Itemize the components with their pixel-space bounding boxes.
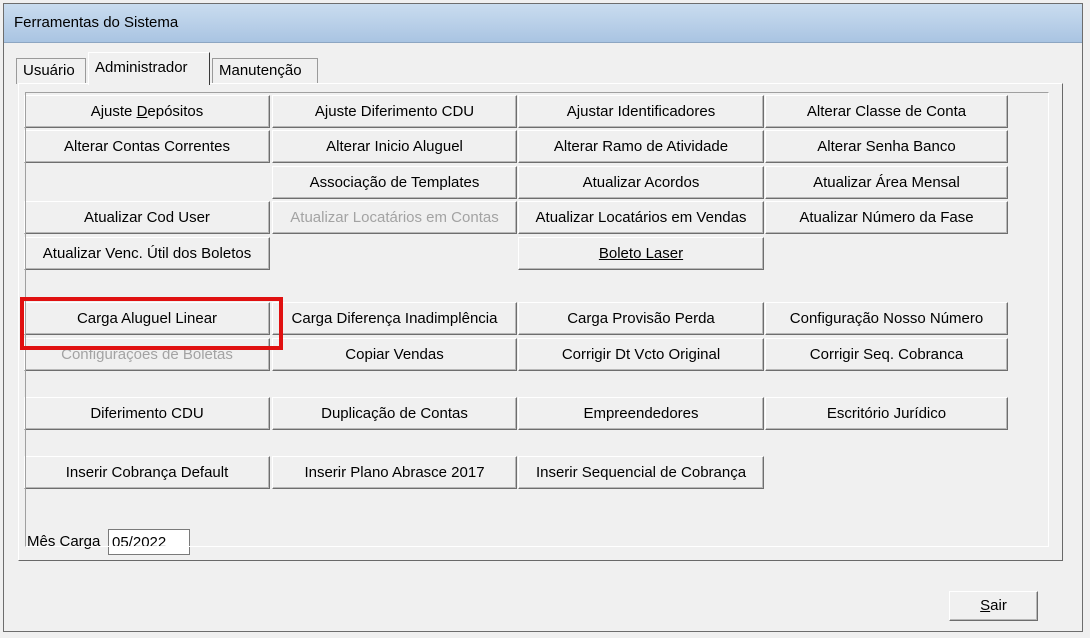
sair-button[interactable]: Sair xyxy=(949,591,1038,621)
tab-usuario[interactable]: Usuário xyxy=(16,58,86,84)
window-title: Ferramentas do Sistema xyxy=(14,14,179,31)
sair-accelerator: S xyxy=(980,597,991,614)
sair-label: air xyxy=(990,597,1007,614)
tab-panel xyxy=(18,83,1063,561)
tab-administrador[interactable]: Administrador xyxy=(88,52,210,85)
tab-manutencao[interactable]: Manutenção xyxy=(212,58,318,84)
system-tools-window: Ferramentas do Sistema Usuário Administr… xyxy=(3,3,1083,632)
tab-panel-inner xyxy=(25,92,1049,547)
title-bar[interactable]: Ferramentas do Sistema xyxy=(4,4,1082,43)
